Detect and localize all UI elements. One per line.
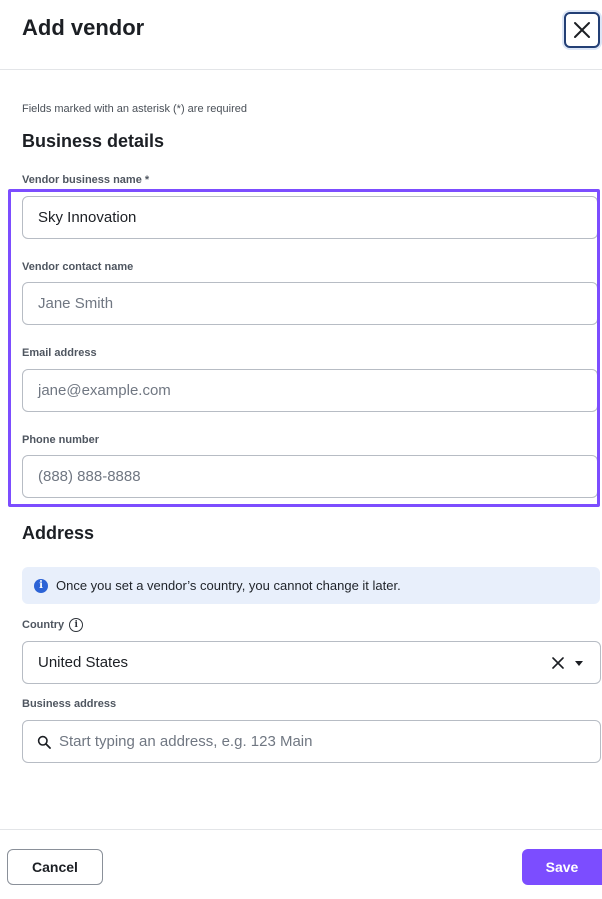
business-details-heading: Business details (22, 131, 165, 151)
info-tooltip-icon[interactable]: i (69, 618, 84, 632)
close-button[interactable] (564, 12, 600, 48)
search-icon (37, 735, 51, 749)
page-title: Add vendor (22, 15, 145, 40)
chevron-down-icon[interactable] (575, 661, 583, 666)
country-label: Country (22, 619, 65, 631)
info-banner: i Once you set a vendor’s country, you c… (22, 567, 600, 604)
save-button[interactable]: Save (522, 849, 602, 885)
close-icon (574, 22, 590, 38)
business-address-placeholder: Start typing an address, e.g. 123 Main (59, 733, 313, 750)
highlight-outline (8, 189, 600, 507)
info-banner-text: Once you set a vendor’s country, you can… (56, 578, 401, 593)
country-label-row: Country i (22, 618, 84, 632)
modal-header: Add vendor (0, 0, 602, 70)
business-name-label: Vendor business name * (22, 174, 150, 186)
business-address-label: Business address (22, 698, 117, 710)
required-note: Fields marked with an asterisk (*) are r… (22, 103, 247, 115)
modal-footer: Cancel Save (0, 829, 602, 899)
cancel-button[interactable]: Cancel (7, 849, 103, 885)
info-icon: i (34, 578, 48, 593)
country-select[interactable]: United States (22, 641, 601, 684)
business-address-input[interactable]: Start typing an address, e.g. 123 Main (22, 720, 601, 763)
address-heading: Address (22, 523, 95, 543)
country-value: United States (38, 654, 129, 671)
clear-icon[interactable] (550, 655, 566, 671)
